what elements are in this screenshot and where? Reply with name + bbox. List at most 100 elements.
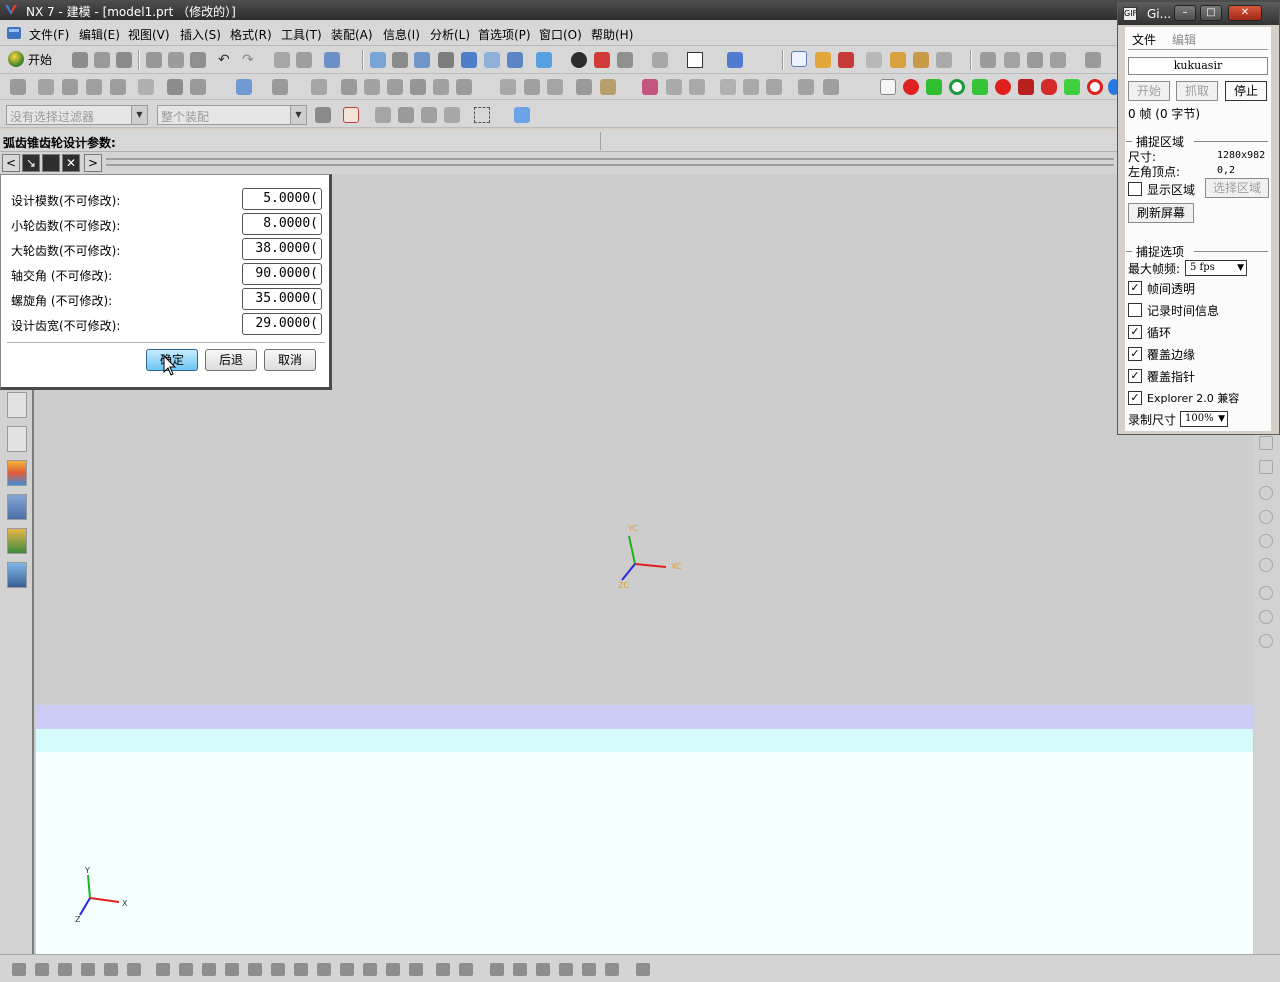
part-navigator-icon[interactable] xyxy=(7,426,27,452)
capture-stop-button[interactable]: 停止 xyxy=(1225,81,1267,101)
snap-select-icon[interactable] xyxy=(343,107,359,123)
chat-icon[interactable] xyxy=(138,79,154,95)
bottom-tool-icon[interactable] xyxy=(582,963,596,976)
bottom-tool-icon[interactable] xyxy=(636,963,650,976)
hole-icon[interactable] xyxy=(86,79,102,95)
param-value-field[interactable]: 90.0000( xyxy=(242,263,322,285)
select-icon[interactable] xyxy=(791,51,807,67)
bottom-tool-icon[interactable] xyxy=(81,963,95,976)
capture-name-field[interactable]: kukuasir xyxy=(1128,57,1268,75)
feature-select-icon[interactable] xyxy=(375,107,391,123)
chevron-down-icon[interactable]: ▼ xyxy=(290,106,306,124)
menu-insert[interactable]: 插入(S) xyxy=(180,26,221,43)
explorer-compat-checkbox[interactable]: ✓ xyxy=(1128,391,1142,405)
param-value-field[interactable]: 5.0000( xyxy=(242,188,322,210)
bottom-tool-icon[interactable] xyxy=(536,963,550,976)
delete-icon[interactable] xyxy=(296,52,312,68)
bottom-tool-icon[interactable] xyxy=(127,963,141,976)
param-value-field[interactable]: 29.0000( xyxy=(242,313,322,335)
perspective-icon[interactable] xyxy=(507,52,523,68)
feature-icon-2[interactable] xyxy=(1004,52,1020,68)
red-ring-icon[interactable] xyxy=(1087,79,1103,95)
section-view-icon[interactable] xyxy=(727,52,743,68)
datum-icon[interactable] xyxy=(236,79,252,95)
capture-menu-edit[interactable]: 编辑 xyxy=(1172,31,1196,48)
nav-close-button[interactable]: ✕ xyxy=(62,154,80,172)
cut-icon[interactable] xyxy=(146,52,162,68)
rectangle-select-icon[interactable] xyxy=(474,107,490,123)
view-tool-icon[interactable] xyxy=(1259,586,1273,600)
cylinder-icon[interactable] xyxy=(190,79,206,95)
spline-icon[interactable] xyxy=(666,79,682,95)
view-tool-icon[interactable] xyxy=(1259,486,1273,500)
sketch-icon[interactable] xyxy=(10,79,26,95)
menu-help[interactable]: 帮助(H) xyxy=(591,26,633,43)
bottom-tool-icon[interactable] xyxy=(58,963,72,976)
edit-param-icon[interactable] xyxy=(743,79,759,95)
param-value-field[interactable]: 35.0000( xyxy=(242,288,322,310)
capture-start-button[interactable]: 开始 xyxy=(1128,81,1170,101)
capture-menu-file[interactable]: 文件 xyxy=(1132,31,1156,48)
bottom-tool-icon[interactable] xyxy=(225,963,239,976)
curve-select-icon[interactable] xyxy=(444,107,460,123)
repeat-command-icon[interactable] xyxy=(274,52,290,68)
bottom-tool-icon[interactable] xyxy=(605,963,619,976)
boss-icon[interactable] xyxy=(110,79,126,95)
menu-preferences[interactable]: 首选项(P) xyxy=(478,26,531,43)
menu-info[interactable]: 信息(I) xyxy=(383,26,420,43)
nav-next-button[interactable]: > xyxy=(84,154,102,172)
command-finder-icon[interactable] xyxy=(324,52,340,68)
max-fps-select[interactable]: 5 fps ▼ xyxy=(1185,260,1247,276)
edit-feature-icon[interactable] xyxy=(720,79,736,95)
redo-icon[interactable]: ↷ xyxy=(242,52,258,68)
close-button[interactable]: ✕ xyxy=(1228,5,1262,21)
measure-distance-icon[interactable] xyxy=(866,52,882,68)
bottom-tool-icon[interactable] xyxy=(294,963,308,976)
bottom-tool-icon[interactable] xyxy=(156,963,170,976)
reuse-library-icon[interactable] xyxy=(7,460,27,486)
pan-icon[interactable] xyxy=(484,52,500,68)
start-button[interactable]: 开始 xyxy=(8,51,52,68)
red-burst-icon[interactable] xyxy=(995,79,1011,95)
bottom-tool-icon[interactable] xyxy=(317,963,331,976)
menu-view[interactable]: 视图(V) xyxy=(128,26,170,43)
trim-icon[interactable] xyxy=(311,79,327,95)
cover-pointer-checkbox[interactable]: ✓ xyxy=(1128,369,1142,383)
menu-format[interactable]: 格式(R) xyxy=(230,26,272,43)
new-file-icon[interactable] xyxy=(72,52,88,68)
shaded-icon[interactable] xyxy=(571,52,587,68)
bottom-tool-icon[interactable] xyxy=(248,963,262,976)
param-value-field[interactable]: 38.0000( xyxy=(242,238,322,260)
view-tool-icon[interactable] xyxy=(1259,510,1273,524)
page-icon[interactable] xyxy=(880,79,896,95)
orient-view-icon[interactable] xyxy=(617,52,633,68)
menu-file[interactable]: 文件(F) xyxy=(29,26,69,43)
view-tool-icon[interactable] xyxy=(1259,460,1273,474)
view-tool-icon[interactable] xyxy=(1259,436,1273,450)
view-tool-icon[interactable] xyxy=(1259,558,1273,572)
nav-arrow-button[interactable]: ↘ xyxy=(22,154,40,172)
selection-settings-icon[interactable] xyxy=(315,107,331,123)
bottom-tool-icon[interactable] xyxy=(363,963,377,976)
feature-icon-1[interactable] xyxy=(980,52,996,68)
rotate-icon[interactable] xyxy=(461,52,477,68)
transparent-checkbox[interactable]: ✓ xyxy=(1128,281,1142,295)
block-icon[interactable] xyxy=(167,79,183,95)
pencil-icon[interactable] xyxy=(936,52,952,68)
body-select-icon[interactable] xyxy=(421,107,437,123)
copy-icon[interactable] xyxy=(168,52,184,68)
capture-grab-button[interactable]: 抓取 xyxy=(1176,81,1218,101)
roles-icon[interactable] xyxy=(7,494,27,520)
face-select-icon[interactable] xyxy=(398,107,414,123)
rec-size-select[interactable]: 100% ▼ xyxy=(1180,411,1228,427)
bottom-tool-icon[interactable] xyxy=(271,963,285,976)
loop-checkbox[interactable]: ✓ xyxy=(1128,325,1142,339)
bottom-tool-icon[interactable] xyxy=(409,963,423,976)
web-browser-icon[interactable] xyxy=(7,562,27,588)
scale-icon[interactable] xyxy=(524,79,540,95)
background-color-icon[interactable] xyxy=(687,52,703,68)
open-icon[interactable] xyxy=(94,52,110,68)
history-icon[interactable] xyxy=(7,392,27,418)
mirror-icon[interactable] xyxy=(456,79,472,95)
draft-icon[interactable] xyxy=(410,79,426,95)
